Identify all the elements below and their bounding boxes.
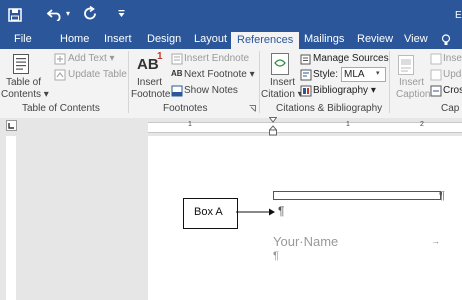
insert-caption-icon[interactable] <box>398 55 414 75</box>
tab-home[interactable]: Home <box>60 33 89 45</box>
insert-footnote-label-line1[interactable]: Insert <box>137 77 162 88</box>
insert-caption-label-line2[interactable]: Caption <box>396 89 430 100</box>
update-table-of-figures-button[interactable]: Upda <box>443 69 462 80</box>
pilcrow-end-of-box: ¶ <box>439 190 445 202</box>
vertical-ruler[interactable] <box>6 136 16 300</box>
show-notes-button[interactable]: Show Notes <box>184 85 238 96</box>
redo-icon[interactable] <box>84 6 98 21</box>
tab-references[interactable]: References <box>231 32 300 49</box>
annotation-box-a: Box A <box>183 198 238 229</box>
next-footnote-ab-glyph: AB <box>171 69 183 78</box>
tab-review[interactable]: Review <box>357 33 393 45</box>
pilcrow-after-name: ¶ <box>273 250 279 262</box>
insert-table-of-figures-icon <box>430 53 442 65</box>
update-table-icon <box>54 69 66 81</box>
table-of-contents-icon[interactable] <box>13 54 29 74</box>
ab-footnote-glyph: AB <box>137 56 159 73</box>
update-table-button[interactable]: Update Table <box>68 69 127 80</box>
manage-sources-icon <box>300 54 311 65</box>
tab-layout[interactable]: Layout <box>194 33 227 45</box>
customize-quick-access-icon[interactable] <box>118 10 125 18</box>
insert-citation-icon[interactable] <box>271 53 289 75</box>
group-separator <box>389 51 390 113</box>
lightbulb-icon[interactable] <box>441 34 451 46</box>
chevron-down-icon: ▾ <box>376 70 380 77</box>
tab-mailings[interactable]: Mailings <box>304 33 344 45</box>
annotation-box-a-label: Box A <box>194 206 223 218</box>
add-text-icon <box>54 53 66 65</box>
bibliography-icon <box>300 85 312 97</box>
left-tab-icon[interactable] <box>6 120 17 131</box>
tab-file[interactable]: File <box>14 33 32 45</box>
insert-caption-label-line1[interactable]: Insert <box>399 77 424 88</box>
show-notes-icon <box>171 85 183 97</box>
table-of-contents-label-line1[interactable]: Table of <box>6 77 41 88</box>
horizontal-ruler[interactable]: 1 1 2 <box>148 121 462 133</box>
cursor-marks[interactable]: ¶ <box>278 204 284 218</box>
insert-citation-label-line2[interactable]: Citation ▾ <box>261 89 303 100</box>
style-label: Style: <box>313 69 339 80</box>
group-label-citations-bibliography: Citations & Bibliography <box>276 103 383 114</box>
update-table-of-figures-icon <box>430 69 442 81</box>
tab-arrow-mark: → <box>431 236 440 246</box>
group-label-table-of-contents: Table of Contents <box>22 103 100 114</box>
ribbon: Table of Contents ▾ Add Text ▾ Update Ta… <box>0 49 462 119</box>
add-text-button[interactable]: Add Text ▾ <box>68 53 115 64</box>
annotation-arrow <box>236 208 275 216</box>
ruler-mark-1b: 1 <box>346 121 350 128</box>
ruler-mark-2: 2 <box>420 121 424 128</box>
tab-insert[interactable]: Insert <box>104 33 132 45</box>
table-of-contents-label-line2[interactable]: Contents ▾ <box>1 89 49 100</box>
window-edge-glyph: E <box>455 10 462 21</box>
group-separator <box>128 51 129 113</box>
header-text-box[interactable] <box>273 191 441 200</box>
ruler-mark-1: 1 <box>188 121 192 128</box>
your-name-placeholder[interactable]: Your·Name <box>273 234 338 249</box>
manage-sources-button[interactable]: Manage Sources <box>313 53 389 64</box>
insert-citation-label-line1[interactable]: Insert <box>270 77 295 88</box>
cross-reference-button[interactable]: Cros <box>443 85 462 96</box>
group-separator <box>259 51 260 113</box>
group-label-captions: Cap <box>441 103 460 114</box>
style-icon <box>300 69 312 81</box>
insert-endnote-button[interactable]: Insert Endnote <box>184 53 249 64</box>
tab-view[interactable]: View <box>404 33 428 45</box>
title-bar: ▾ E <box>0 0 462 31</box>
tab-design[interactable]: Design <box>147 33 181 45</box>
insert-endnote-icon <box>171 53 183 65</box>
dialog-launcher-icon[interactable] <box>249 105 256 112</box>
style-select[interactable]: MLA ▾ <box>341 67 386 82</box>
save-icon[interactable] <box>8 8 22 22</box>
next-footnote-button[interactable]: Next Footnote ▾ <box>184 69 255 80</box>
indent-marker-icon[interactable] <box>269 117 277 136</box>
insert-footnote-label-line2[interactable]: Footnote <box>131 89 170 100</box>
undo-dropdown[interactable]: ▾ <box>66 9 70 18</box>
undo-icon[interactable] <box>47 7 63 21</box>
ribbon-tab-bar: File Home Insert Design Layout Reference… <box>0 31 462 49</box>
cross-reference-icon <box>430 85 442 97</box>
style-select-value: MLA <box>344 69 365 80</box>
bibliography-button[interactable]: Bibliography ▾ <box>313 85 376 96</box>
group-label-footnotes: Footnotes <box>163 103 208 114</box>
insert-table-of-figures-button[interactable]: Inser <box>443 53 462 64</box>
footnote-superscript: 1 <box>157 51 163 62</box>
